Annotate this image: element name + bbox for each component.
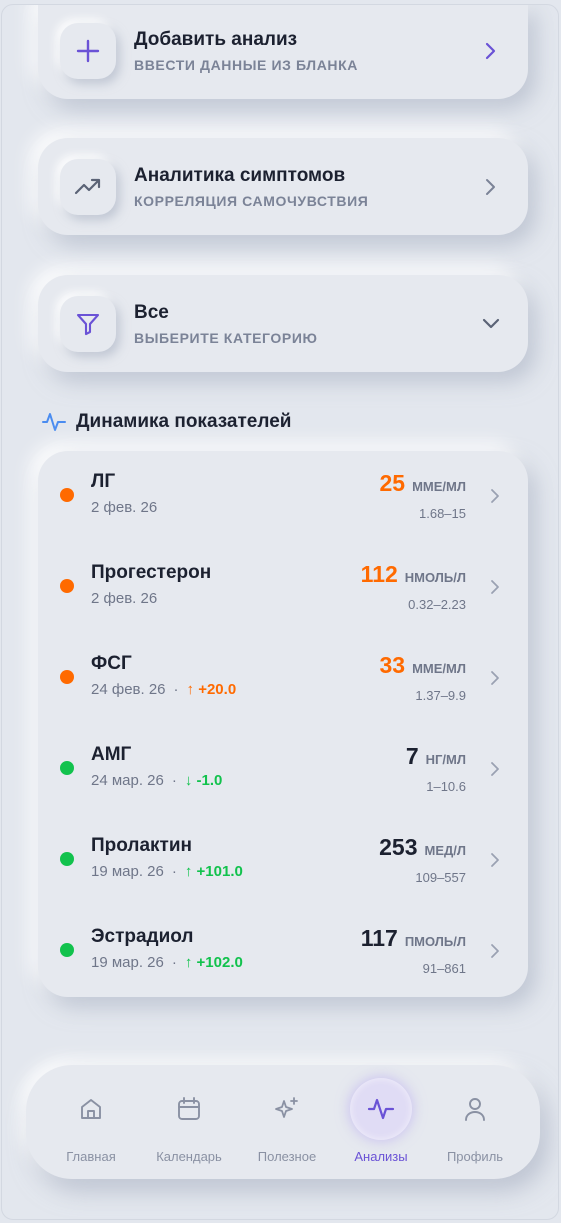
card-subtitle: ВВЕСТИ ДАННЫЕ ИЗ БЛАНКА xyxy=(134,57,358,73)
nav-item-calendar[interactable]: Календарь xyxy=(140,1065,238,1179)
reference-range: 1.37–9.9 xyxy=(415,688,466,703)
trend-up-icon xyxy=(60,158,116,215)
nav-label: Календарь xyxy=(156,1149,222,1164)
analyte-name: Прогестерон xyxy=(91,562,212,583)
reference-range: 1.68–15 xyxy=(419,506,466,521)
reference-range: 109–557 xyxy=(415,870,466,885)
result-delta: +102.0 xyxy=(196,954,243,971)
analyte-name: АМГ xyxy=(91,744,132,765)
chevron-right-icon xyxy=(480,40,502,62)
card-subtitle: ВЫБЕРИТЕ КАТЕГОРИЮ xyxy=(134,329,318,346)
list-item[interactable]: ЛГ 2 фев. 26 25 ММЕ/МЛ 1.68–15 xyxy=(38,451,528,542)
calendar-icon xyxy=(158,1078,220,1140)
bottom-nav: Главная Календарь Полезное Анализы Профи… xyxy=(26,1065,540,1179)
nav-label: Анализы xyxy=(354,1149,408,1164)
section-title: Динамика показателей xyxy=(76,411,292,432)
section-header: Динамика показателей xyxy=(42,411,291,433)
analyte-name: Эстрадиол xyxy=(91,926,194,947)
result-date: 19 мар. 26 · ↑ +102.0 xyxy=(91,954,243,971)
delta-up-icon: ↑ xyxy=(186,681,199,698)
result-date: 19 мар. 26 · ↑ +101.0 xyxy=(91,863,243,880)
delta-up-icon: ↑ xyxy=(184,954,197,971)
analyte-name: ЛГ xyxy=(91,471,116,492)
status-dot xyxy=(60,943,74,957)
result-value: 112 xyxy=(360,561,398,587)
result-unit: ПМОЛЬ/Л xyxy=(404,934,466,949)
nav-item-home[interactable]: Главная xyxy=(42,1065,140,1179)
result-delta: +20.0 xyxy=(198,681,237,698)
nav-item-profile[interactable]: Профиль xyxy=(426,1065,524,1179)
result-value: 253 xyxy=(379,834,418,860)
symptom-analytics-card[interactable]: Аналитика симптомов КОРРЕЛЯЦИЯ САМОЧУВСТ… xyxy=(38,138,528,235)
result-unit: НГ/МЛ xyxy=(425,752,466,767)
nav-label: Главная xyxy=(66,1149,116,1164)
plus-icon xyxy=(60,23,116,79)
chevron-right-icon xyxy=(491,762,499,776)
result-date: 2 фев. 26 xyxy=(91,590,158,607)
result-unit: НМОЛЬ/Л xyxy=(404,570,466,585)
status-dot xyxy=(60,852,74,866)
reference-range: 1–10.6 xyxy=(426,779,466,794)
analyte-name: Пролактин xyxy=(91,835,193,856)
results-list: ЛГ 2 фев. 26 25 ММЕ/МЛ 1.68–15 Прогестеро… xyxy=(38,451,528,997)
card-title: Аналитика симптомов xyxy=(134,164,346,186)
list-item[interactable]: Пролактин 19 мар. 26 · ↑ +101.0 253 МЕД/Л 1… xyxy=(38,815,528,906)
pulse-icon xyxy=(350,1078,412,1140)
user-icon xyxy=(444,1078,506,1140)
chevron-down-icon xyxy=(480,313,502,335)
list-item[interactable]: Прогестерон 2 фев. 26 112 НМОЛЬ/Л 0.32–2.… xyxy=(38,542,528,633)
result-value: 33 xyxy=(379,652,406,678)
nav-item-analyses[interactable]: Анализы xyxy=(332,1065,430,1179)
chevron-right-icon xyxy=(491,944,499,958)
result-unit: ММЕ/МЛ xyxy=(412,661,466,676)
home-icon xyxy=(60,1078,122,1140)
list-item[interactable]: Эстрадиол 19 мар. 26 · ↑ +102.0 117 ПМОЛЬ/Л… xyxy=(38,906,528,997)
result-date: 24 фев. 26 · ↑ +20.0 xyxy=(91,681,237,698)
result-unit: МЕД/Л xyxy=(424,843,467,858)
result-delta: +101.0 xyxy=(196,863,243,880)
result-date: 2 фев. 26 xyxy=(91,499,158,516)
result-delta: -1.0 xyxy=(196,772,223,789)
status-dot xyxy=(60,579,74,593)
filter-icon xyxy=(60,295,116,352)
delta-down-icon: ↓ xyxy=(184,772,197,789)
app-frame: Добавить анализ ВВЕСТИ ДАННЫЕ ИЗ БЛАНКА … xyxy=(1,4,559,1220)
reference-range: 0.32–2.23 xyxy=(408,597,466,612)
card-title: Добавить анализ xyxy=(134,29,298,50)
result-value: 25 xyxy=(379,470,406,496)
card-subtitle: КОРРЕЛЯЦИЯ САМОЧУВСТВИЯ xyxy=(134,192,369,209)
status-dot xyxy=(60,761,74,775)
result-date: 24 мар. 26 · ↓ -1.0 xyxy=(91,772,223,789)
list-item[interactable]: ФСГ 24 фев. 26 · ↑ +20.0 33 ММЕ/МЛ 1.37–9.9 xyxy=(38,633,528,724)
nav-label: Профиль xyxy=(446,1149,504,1164)
analyte-name: ФСГ xyxy=(91,653,132,674)
list-item[interactable]: АМГ 24 мар. 26 · ↓ -1.0 7 НГ/МЛ 1–10.6 xyxy=(38,724,528,815)
result-unit: ММЕ/МЛ xyxy=(412,479,466,494)
nav-item-useful[interactable]: Полезное xyxy=(238,1065,336,1179)
chevron-right-icon xyxy=(491,671,499,685)
result-value: 7 xyxy=(405,743,419,769)
status-dot xyxy=(60,670,74,684)
chevron-right-icon xyxy=(491,580,499,594)
chevron-right-icon xyxy=(480,176,502,198)
status-dot xyxy=(60,488,74,502)
nav-label: Полезное xyxy=(257,1149,317,1164)
card-title: Все xyxy=(134,301,169,323)
add-analysis-card[interactable]: Добавить анализ ВВЕСТИ ДАННЫЕ ИЗ БЛАНКА xyxy=(38,5,528,99)
sparkles-icon xyxy=(256,1078,318,1140)
pulse-icon xyxy=(42,413,66,431)
reference-range: 91–861 xyxy=(422,961,466,976)
result-value: 117 xyxy=(360,925,398,951)
category-filter-dropdown[interactable]: Все ВЫБЕРИТЕ КАТЕГОРИЮ xyxy=(38,275,528,372)
chevron-right-icon xyxy=(491,489,499,503)
delta-up-icon: ↑ xyxy=(184,863,197,880)
chevron-right-icon xyxy=(491,853,499,867)
